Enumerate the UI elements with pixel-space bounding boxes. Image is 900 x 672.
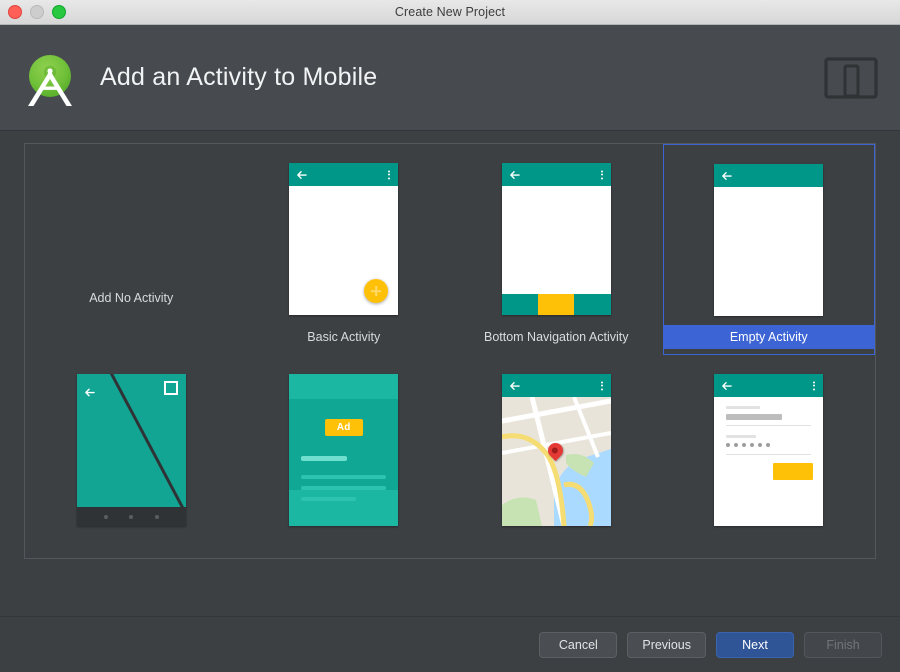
overflow-menu-icon <box>600 381 603 390</box>
template-cell-fullscreen-activity[interactable]: Fullscreen Activity <box>25 355 238 558</box>
template-thumbnail-google-maps-activity <box>501 374 611 526</box>
template-cell-google-maps-activity[interactable]: Google Maps Activity <box>450 355 663 558</box>
template-label-bottom-navigation-activity: Bottom Navigation Activity <box>483 330 629 344</box>
login-form-preview <box>714 397 824 526</box>
ad-card: Ad <box>289 399 399 501</box>
create-new-project-dialog: Create New Project Add an Activity to Mo… <box>0 0 900 672</box>
content-line <box>301 475 387 479</box>
phone-preview <box>289 163 399 315</box>
content-line <box>301 486 387 490</box>
wizard-footer: Cancel Previous Next Finish <box>0 616 900 672</box>
ad-badge: Ad <box>324 419 363 436</box>
back-arrow-icon <box>84 388 95 397</box>
template-label-add-no-activity: Add No Activity <box>89 290 174 305</box>
fullscreen-expand-icon <box>163 381 178 395</box>
cancel-button[interactable]: Cancel <box>539 631 618 658</box>
wizard-header: Add an Activity to Mobile <box>0 25 900 131</box>
wizard-body: Add No Activity Basic Activity Bottom Na… <box>0 131 900 616</box>
overflow-menu-icon <box>813 381 816 390</box>
overflow-menu-icon <box>600 170 603 179</box>
template-label-empty-activity: Empty Activity <box>663 325 874 349</box>
bottom-nav-item-active <box>538 294 575 315</box>
app-bar <box>289 163 399 186</box>
content-line <box>301 456 348 461</box>
template-label-basic-activity: Basic Activity <box>307 330 381 344</box>
template-thumbnail-admob-ads-activity: Ad <box>289 374 399 526</box>
field-underline <box>726 425 812 426</box>
app-bar <box>501 374 611 397</box>
zoom-button[interactable] <box>52 5 66 19</box>
phone-preview <box>76 374 186 526</box>
activity-template-grid: Add No Activity Basic Activity Bottom Na… <box>25 144 876 558</box>
back-arrow-icon <box>297 170 308 179</box>
app-bar <box>714 374 824 397</box>
next-button[interactable]: Next <box>716 631 794 658</box>
field-label <box>726 435 757 438</box>
phone-preview <box>501 374 611 526</box>
diagonal-accent <box>94 374 186 526</box>
mobile-formfactor-icon <box>824 56 878 100</box>
back-arrow-icon <box>509 170 520 179</box>
bottom-nav-item <box>574 294 611 315</box>
phone-preview: Ad <box>289 374 399 526</box>
finish-button: Finish <box>804 631 882 658</box>
field-label <box>726 406 761 409</box>
bottom-navigation-bar <box>501 294 611 315</box>
content-line <box>301 497 357 501</box>
page-title: Add an Activity to Mobile <box>100 63 378 91</box>
back-arrow-icon <box>509 381 520 390</box>
window-controls <box>8 0 66 24</box>
template-cell-login-activity[interactable]: Login Activity <box>663 355 876 558</box>
template-cell-add-no-activity[interactable]: Add No Activity <box>25 144 238 355</box>
template-cell-basic-activity[interactable]: Basic Activity <box>238 144 451 355</box>
password-field-value <box>726 443 771 447</box>
app-bar <box>714 164 824 187</box>
email-field-value <box>726 414 783 420</box>
field-underline <box>726 454 812 455</box>
template-cell-empty-activity[interactable]: Empty Activity <box>662 144 875 355</box>
template-cell-admob-ads-activity[interactable]: Ad Google AdMob Ads Activity <box>238 355 451 558</box>
template-cell-bottom-navigation-activity[interactable]: Bottom Navigation Activity <box>450 144 663 355</box>
back-arrow-icon <box>722 171 733 180</box>
close-button[interactable] <box>8 5 22 19</box>
phone-preview <box>501 163 611 315</box>
phone-preview <box>714 164 824 316</box>
activity-template-gallery[interactable]: Add No Activity Basic Activity Bottom Na… <box>24 143 876 559</box>
overflow-menu-icon <box>388 170 391 179</box>
template-thumbnail-basic-activity <box>289 163 399 315</box>
floating-action-button-icon <box>364 279 389 303</box>
phone-preview <box>714 374 824 526</box>
previous-button[interactable]: Previous <box>627 631 706 658</box>
back-arrow-icon <box>722 381 733 390</box>
map-preview <box>501 397 611 526</box>
template-thumbnail-empty-activity <box>714 164 824 316</box>
window-titlebar: Create New Project <box>0 0 900 25</box>
template-thumbnail-login-activity <box>714 374 824 526</box>
system-navigation-bar <box>76 507 186 526</box>
app-bar <box>501 163 611 186</box>
template-thumbnail-fullscreen-activity <box>76 374 186 526</box>
minimize-button[interactable] <box>30 5 44 19</box>
android-studio-logo-icon <box>22 50 78 106</box>
window-title: Create New Project <box>394 5 506 19</box>
template-thumbnail-bottom-navigation-activity <box>501 163 611 315</box>
sign-in-button-preview <box>773 463 814 480</box>
bottom-nav-item <box>501 294 539 315</box>
